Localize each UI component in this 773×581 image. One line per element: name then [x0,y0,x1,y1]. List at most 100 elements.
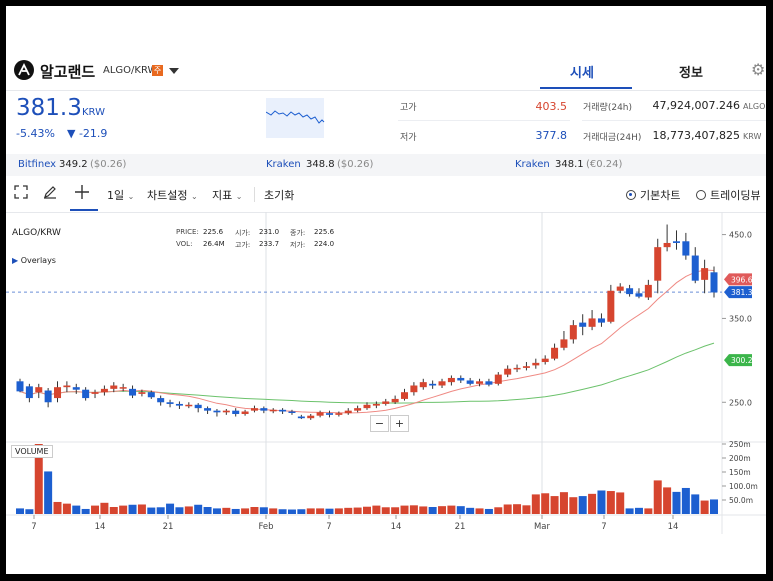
volume-bar [513,504,522,514]
volume-bar [428,507,437,514]
chevron-down-icon[interactable] [169,68,179,74]
exchange-name[interactable]: Kraken [266,159,301,170]
candle-body [710,272,718,293]
volume-value: 47,924,007.246 [652,99,740,112]
exchange-name[interactable]: Bitfinex [18,159,56,170]
volume-tick-label: 50.0m [729,496,753,505]
volume-bar [72,505,81,514]
price-tick-label: 350.0 [729,314,752,323]
overlays-toggle[interactable]: ▶ Overlays [12,256,56,265]
price-chart[interactable]: 450.0 350.0 250.0 250m 200m 150m 100.0m 50.0m 7 1… [6,212,766,574]
tradingview-label[interactable]: 트레이딩뷰 [710,187,761,203]
x-tick-label: Mar [534,522,551,532]
volume-bar [578,496,587,514]
volume-bar [700,500,709,514]
chart-grid [6,212,766,534]
crosshair-icon[interactable] [74,184,90,204]
candle-body [129,388,137,396]
exchange-price: 348.8 [306,159,335,170]
volume-bar [409,505,418,514]
ohlc-label: 종가: [290,229,306,237]
indicators-menu[interactable]: 지표 ⌄ [212,187,242,203]
fullscreen-icon[interactable] [14,185,28,203]
zoom-out-button[interactable]: − [370,415,389,432]
chart-toolbar: 1일 ⌄ 차트설정 ⌄ 지표 ⌄ 초기화 기본차트 트레이딩뷰 [6,178,766,213]
volume-bar [222,507,231,514]
interval-select[interactable]: 1일 ⌄ [107,187,134,203]
candle-body [410,385,418,393]
candle-body [663,242,671,248]
x-tick-label: 21 [455,522,466,532]
exchange-name[interactable]: Kraken [515,159,550,170]
volume-bar [128,504,137,514]
volume-bar [447,505,456,514]
candle-body [157,398,165,403]
volume-bar [653,480,662,514]
candle-body [588,318,596,327]
candle-body [63,385,71,388]
price-tag-label: 381.3 [731,288,753,297]
volume-label: VOLUME [11,445,53,458]
volume-bar [541,493,550,514]
zoom-in-button[interactable]: + [390,415,409,432]
volume-bar [353,507,362,514]
x-tick-label: 21 [163,522,174,532]
overlays-label: Overlays [20,256,56,265]
volume-bar [644,508,653,514]
ohlc-label: 저가: [290,241,306,249]
low-value: 377.8 [535,129,568,142]
volume-bar [419,506,428,514]
ohlc-value: 233.7 [259,240,280,248]
ohlc-label: VOL: [176,240,193,248]
reset-button[interactable]: 초기화 [264,187,294,203]
volume-unit: ALGO [743,102,766,111]
active-tab-indicator [540,87,632,89]
candle-body [185,404,193,407]
x-tick-label: 14 [95,522,106,532]
draw-pencil-icon[interactable] [43,185,57,203]
candle-body [297,416,305,419]
volume-bar [522,505,531,514]
candle-body [372,403,380,406]
candle-body [110,385,118,389]
volume-bar [466,507,475,514]
candle-body [551,347,559,359]
change-percent: -5.43% [16,127,55,140]
radio-basic-chart[interactable] [626,190,636,200]
candle-body [691,255,699,281]
volume-bar [325,508,334,514]
chart-settings-menu[interactable]: 차트설정 ⌄ [147,187,198,203]
volume-bar [287,509,296,514]
candle-body [438,381,446,386]
candle-body [35,387,43,393]
candle-body [307,415,315,419]
volume-bar [212,508,221,514]
x-tick-label: 7 [601,522,606,532]
ohlc-label: PRICE: [176,228,199,236]
candle-body [391,398,399,403]
basic-chart-label[interactable]: 기본차트 [640,187,680,203]
volume-bar [184,506,193,514]
candle-body [466,380,474,384]
volume-bar [531,494,540,514]
volume-bar [44,471,53,514]
volume-bar [231,508,240,514]
x-tick-label: 7 [326,522,331,532]
radio-tradingview[interactable] [696,190,706,200]
candle-body [194,404,202,409]
candle-body [363,404,371,409]
volume-bar [269,508,278,514]
gear-icon[interactable]: ⚙ [751,60,765,79]
candle-body [44,390,52,403]
volume-bar [25,509,34,514]
candle-body [54,387,62,399]
x-tick-label: 14 [391,522,402,532]
divider [582,120,766,121]
indicators-label: 지표 [212,189,233,202]
tab-info[interactable]: 정보 [661,62,721,81]
volume-bar [391,507,400,514]
tab-price[interactable]: 시세 [542,62,622,81]
volume-bar [372,505,381,514]
app-window: 알고랜드 ALGO/KRW 주 시세 정보 ⚙ 381.3 KRW -5.43%… [6,6,766,574]
x-tick-label: 14 [668,522,679,532]
